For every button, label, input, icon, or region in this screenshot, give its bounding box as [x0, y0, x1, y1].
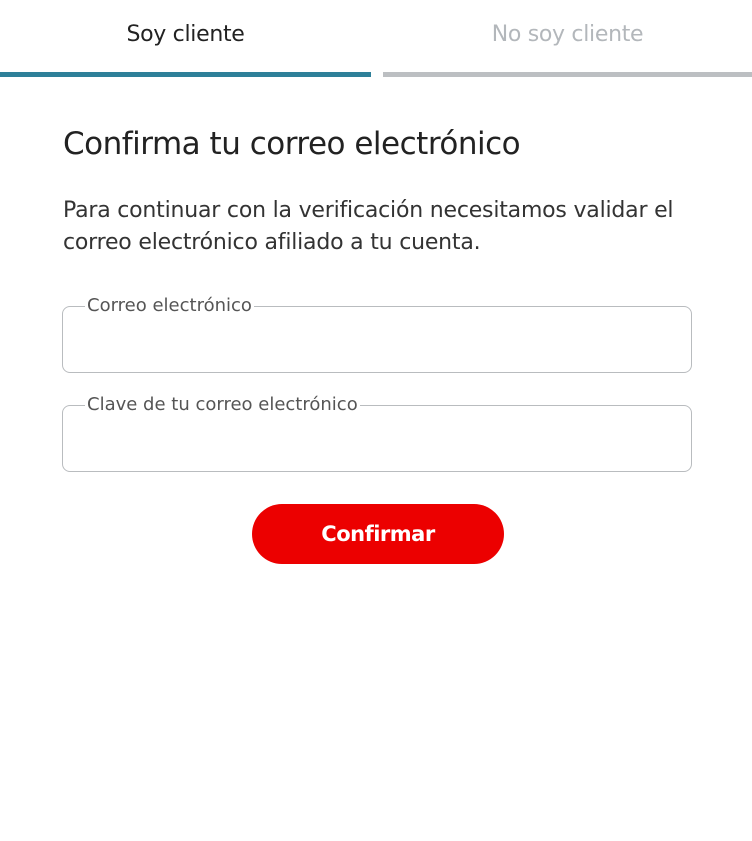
page-title: Confirma tu correo electrónico: [63, 126, 521, 162]
email-input[interactable]: [77, 324, 667, 364]
email-password-input[interactable]: [77, 423, 667, 463]
tab-soy-cliente[interactable]: Soy cliente: [0, 0, 371, 77]
tab-soy-cliente-label: Soy cliente: [126, 22, 245, 47]
confirm-button[interactable]: Confirmar: [252, 504, 504, 564]
email-field: Correo electrónico: [62, 296, 692, 373]
tab-no-soy-cliente[interactable]: No soy cliente: [383, 0, 752, 77]
tab-bar: Soy cliente No soy cliente: [0, 0, 752, 77]
email-field-label: Correo electrónico: [87, 295, 252, 316]
tab-no-soy-cliente-label: No soy cliente: [491, 22, 644, 47]
tab-soy-cliente-underline: [0, 72, 371, 77]
tab-no-soy-cliente-underline: [383, 72, 752, 77]
email-password-field: Clave de tu correo electrónico: [62, 395, 692, 472]
page-description: Para continuar con la verificación neces…: [63, 198, 674, 255]
email-password-field-label: Clave de tu correo electrónico: [87, 394, 358, 415]
